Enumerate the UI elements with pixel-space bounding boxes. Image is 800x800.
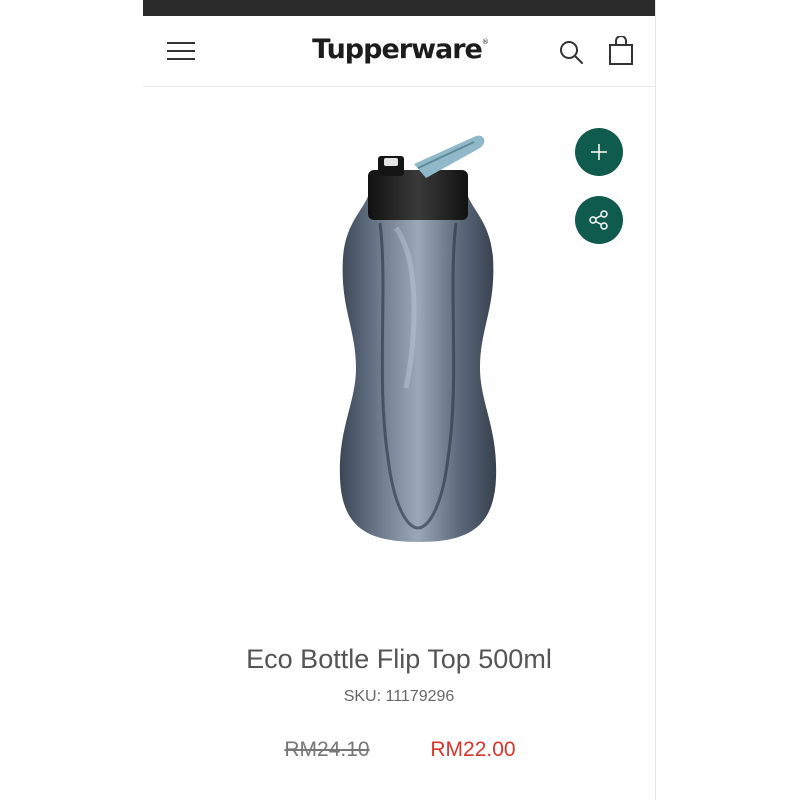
shopping-bag-icon [609,35,633,65]
menu-line [167,58,195,60]
top-status-strip [143,0,655,16]
search-icon [560,41,583,64]
product-image[interactable] [318,128,518,548]
plus-icon [591,144,607,160]
bottle-illustration [339,135,497,542]
hamburger-menu-icon [167,42,195,44]
menu-button[interactable] [167,40,197,62]
search-button[interactable] [557,38,585,66]
registered-mark: ® [481,38,489,46]
product-sku: SKU: 11179296 [143,688,655,706]
share-button[interactable] [575,196,623,244]
original-price: RM24.10 [284,738,370,761]
cart-button[interactable] [607,35,635,66]
product-page: Tupperware® Eco Bottle Flip Top 500ml SK… [143,0,655,800]
logo-text: Tupperware [312,34,483,65]
product-title: Eco Bottle Flip Top 500ml [246,644,552,674]
site-header: Tupperware® [143,16,655,87]
sku-value: 11179296 [385,688,455,705]
page-edge-divider [655,0,656,800]
price-row: RM24.10 RM22.00 [143,736,655,766]
menu-line [167,50,195,52]
add-to-wishlist-button[interactable] [575,128,623,176]
sku-label: SKU: [343,688,382,705]
brand-logo[interactable]: Tupperware® [305,34,495,65]
share-icon [589,210,608,230]
sale-price: RM22.00 [430,738,516,761]
